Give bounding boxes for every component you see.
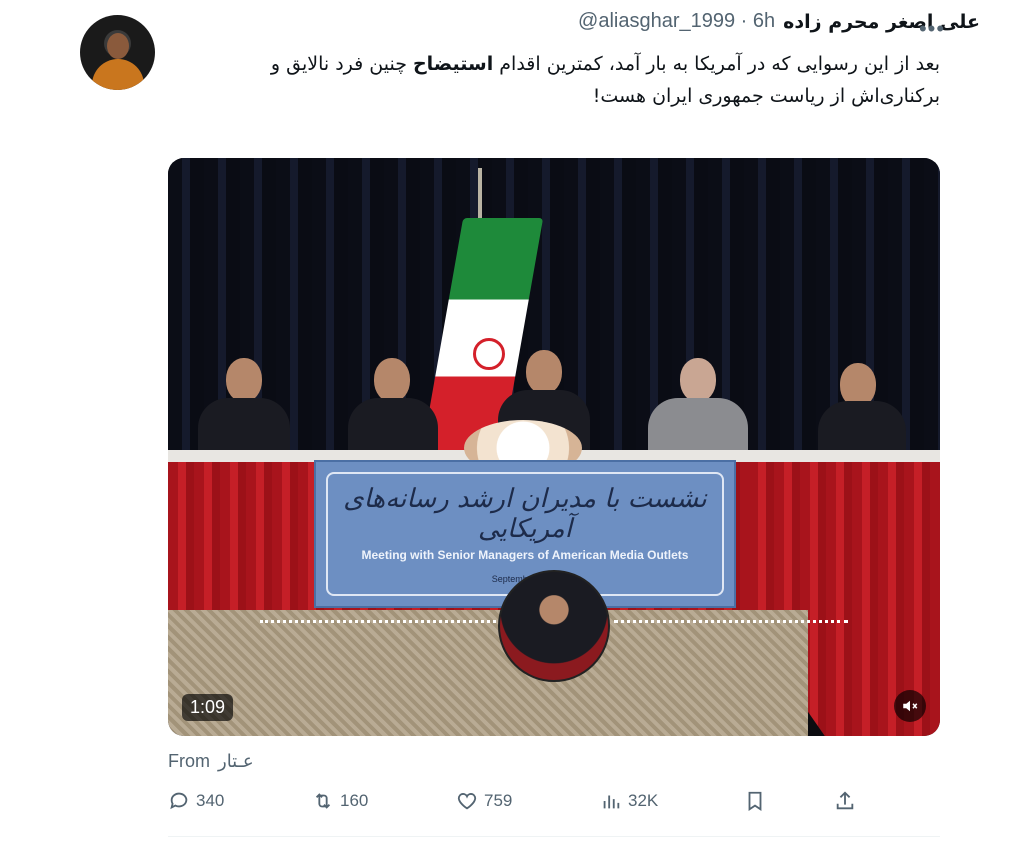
share-icon <box>836 791 854 810</box>
source-attribution[interactable]: From عـتار <box>168 751 254 772</box>
source-label: From <box>168 751 210 771</box>
view-count: 32K <box>628 791 659 810</box>
speaker-inset <box>498 570 610 682</box>
audio-waveform-left <box>260 620 496 623</box>
volume-muted-icon[interactable] <box>894 690 926 722</box>
banner-persian-text: نشست با مدیران ارشد رسانه‌های آمریکایی <box>343 484 707 544</box>
avatar[interactable] <box>80 15 155 90</box>
retweet-button[interactable]: 160 <box>312 790 368 812</box>
video-player[interactable]: نشست با مدیران ارشد رسانه‌های آمریکایی M… <box>168 158 940 736</box>
retweet-icon <box>315 793 331 809</box>
handle-text: @aliasghar_1999 <box>578 10 736 32</box>
reply-button[interactable]: 340 <box>168 790 224 812</box>
like-count: 759 <box>484 791 513 810</box>
tweet-text: بعد از این رسوایی که در آمریکا به بار آم… <box>180 48 940 112</box>
like-button[interactable]: 759 <box>456 790 512 812</box>
bookmark-icon <box>748 791 762 811</box>
tweet-text-part1: بعد از این رسوایی که در آمریکا به بار آم… <box>493 53 940 75</box>
source-name[interactable]: عـتار <box>218 751 254 772</box>
retweet-count: 160 <box>340 791 369 810</box>
avatar-head <box>107 33 129 59</box>
carpet-floor <box>168 610 808 736</box>
analytics-icon <box>603 795 620 809</box>
reply-icon <box>170 792 188 810</box>
more-icon[interactable]: ••• <box>914 14 950 44</box>
tweet: علی اصغر محرم زاده @aliasghar_1999 · 6h … <box>0 0 1024 842</box>
tweet-text-line2: برکناری‌اش از ریاست جمهوری ایران هست! <box>592 85 940 107</box>
flag-emblem <box>473 338 505 370</box>
separator-dot: · <box>740 10 748 32</box>
banner-english-text: Meeting with Senior Managers of American… <box>361 548 689 562</box>
reply-count: 340 <box>196 791 225 810</box>
audio-waveform-right <box>614 620 848 623</box>
user-handle[interactable]: @aliasghar_1999 · 6h <box>578 10 775 33</box>
post-time[interactable]: 6h <box>753 10 775 32</box>
mute-glyph <box>903 700 918 712</box>
action-bar: 340 160 759 32K <box>168 790 868 816</box>
heart-icon <box>457 793 477 810</box>
bookmark-button[interactable] <box>744 790 766 812</box>
display-name[interactable]: علی اصغر محرم زاده <box>783 11 980 33</box>
bottom-divider <box>168 836 940 837</box>
tweet-text-part2: چنین فرد نالایق و <box>270 53 413 75</box>
views-button[interactable]: 32K <box>600 790 658 812</box>
share-button[interactable] <box>834 790 856 812</box>
tweet-text-bold: استیضاح <box>412 53 494 75</box>
video-duration: 1:09 <box>182 694 234 721</box>
avatar-shoulders <box>92 59 144 90</box>
